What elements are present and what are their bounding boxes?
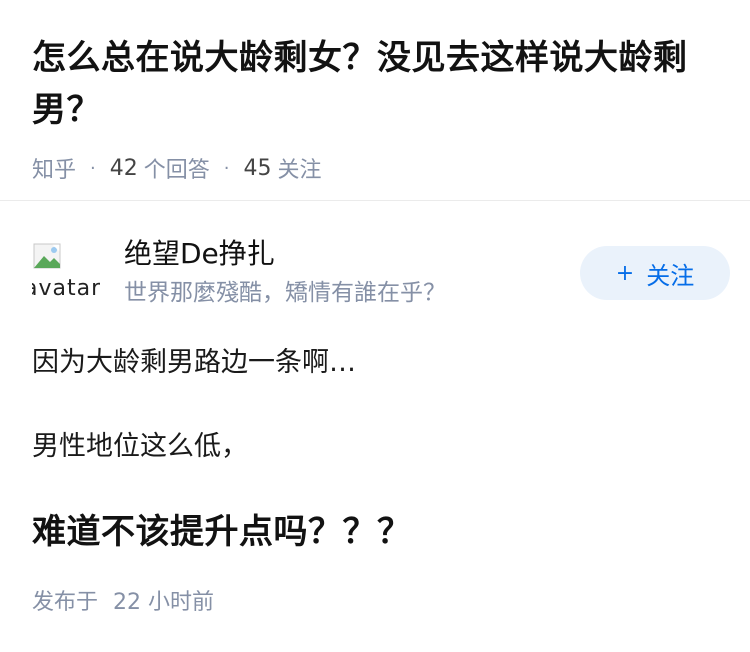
answer-page: 怎么总在说大龄剩女？没见去这样说大龄剩男？ 知乎 · 42 个回答 · 45 关… (0, 0, 750, 652)
answer-emphasis-paragraph: 难道不该提升点吗？？？ (32, 512, 412, 552)
author-row: avatar 绝望De挣扎 世界那麼殘酷，矯情有誰在乎？ + 关注 (32, 232, 730, 312)
answer-footer: 发布于 22 小时前 (32, 584, 214, 616)
answer-paragraph: 因为大龄剩男路边一条啊… (32, 347, 356, 378)
question-source[interactable]: 知乎 (32, 152, 76, 184)
plus-icon: + (615, 260, 635, 286)
header-divider (0, 200, 750, 201)
published-time: 22 小时前 (113, 590, 215, 615)
broken-image-icon (33, 243, 61, 269)
meta-separator: · (223, 157, 230, 179)
follow-button-label: 关注 (646, 261, 695, 290)
follow-button[interactable]: + 关注 (580, 246, 730, 300)
published-label: 发布于 (32, 590, 99, 615)
answer-paragraph: 男性地位这么低， (32, 431, 248, 462)
answers-label[interactable]: 个回答 (144, 152, 210, 184)
followers-count: 45 (243, 155, 272, 181)
question-header: 怎么总在说大龄剩女？没见去这样说大龄剩男？ 知乎 · 42 个回答 · 45 关… (0, 0, 750, 184)
author-bio: 世界那麼殘酷，矯情有誰在乎？ (124, 280, 446, 306)
question-title[interactable]: 怎么总在说大龄剩女？没见去这样说大龄剩男？ (32, 32, 718, 136)
meta-separator: · (90, 157, 96, 179)
avatar-alt-text: avatar (32, 276, 100, 301)
answers-count: 42 (109, 155, 138, 181)
author-name[interactable]: 绝望De挣扎 (124, 234, 275, 274)
question-meta: 知乎 · 42 个回答 · 45 关注 (32, 152, 718, 184)
followers-label: 关注 (277, 158, 322, 183)
avatar[interactable]: avatar (32, 238, 100, 306)
